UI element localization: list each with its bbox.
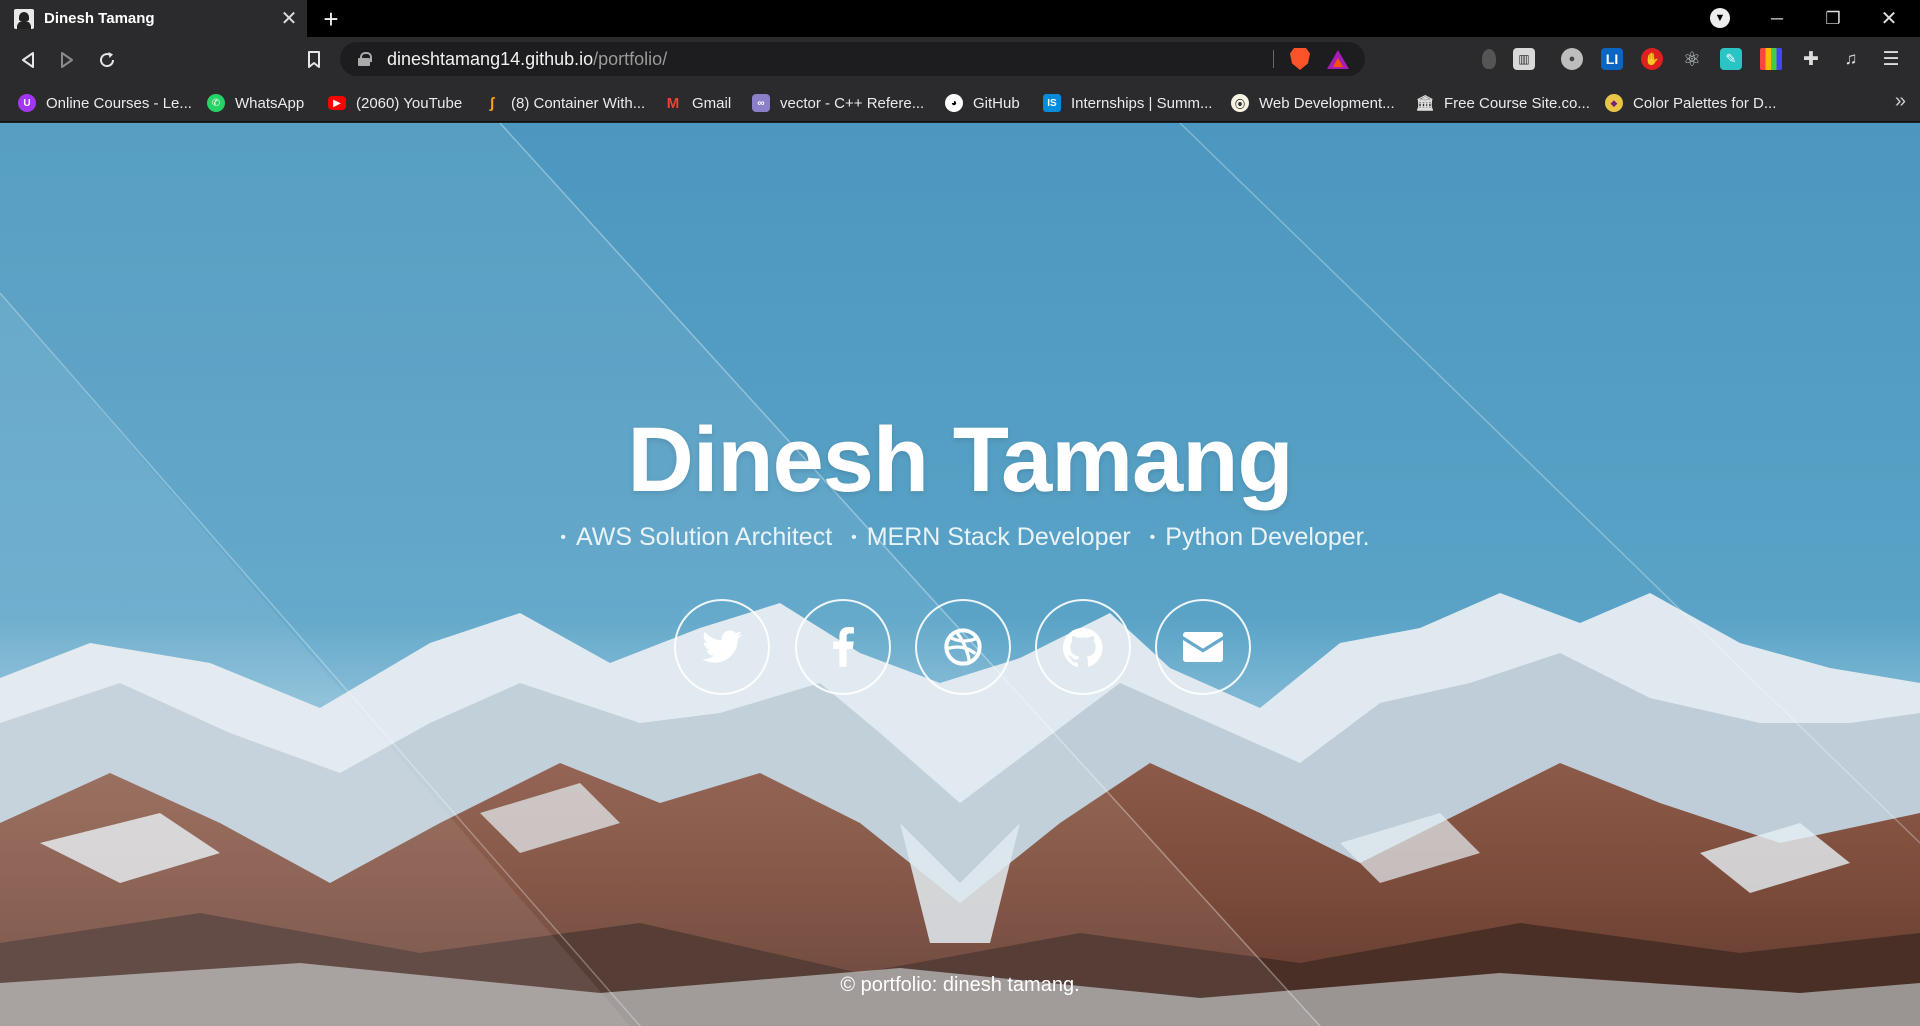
bookmark-item[interactable]: U Online Courses - Le... — [18, 92, 192, 114]
hero-section: Dinesh Tamang • AWS Solution Architect • M… — [0, 123, 1920, 1026]
github-icon — [1063, 627, 1103, 667]
role-item: • MERN Stack Developer — [851, 523, 1131, 551]
react-devtools-icon[interactable]: ⚛ — [1681, 48, 1703, 71]
colorzilla-icon[interactable]: ✎ — [1720, 48, 1742, 70]
reload-button[interactable] — [91, 44, 123, 76]
dribbble-icon — [944, 628, 982, 666]
bookmark-page-button[interactable] — [298, 44, 330, 76]
role-label: Python Developer. — [1165, 523, 1370, 551]
brave-rewards-icon[interactable] — [1327, 50, 1349, 69]
bookmark-label: vector - C++ Refere... — [780, 94, 925, 112]
site-favicon-icon — [14, 8, 34, 29]
bookmark-item[interactable]: ⦿ Web Development... — [1231, 92, 1395, 114]
github-link[interactable] — [1035, 599, 1131, 695]
bookmark-item[interactable]: ▶ (2060) YouTube — [328, 92, 462, 114]
palette-icon: ◆ — [1605, 94, 1623, 112]
youtube-icon: ▶ — [328, 96, 346, 110]
restore-button[interactable]: ❐ — [1810, 0, 1856, 37]
bullet-icon: • — [560, 529, 567, 546]
reader-extension-icon[interactable]: ▥ — [1513, 48, 1535, 70]
address-bar[interactable]: dineshtamang14.github.io/portfolio/ — [340, 42, 1365, 76]
social-links — [674, 599, 1254, 695]
facebook-icon — [833, 627, 854, 667]
tab-strip: Dinesh Tamang ✕ + ▼ ─ ❐ ✕ — [0, 0, 1920, 37]
role-label: MERN Stack Developer — [866, 523, 1131, 551]
brave-shields-icon[interactable] — [1290, 48, 1310, 70]
whatsapp-icon: ✆ — [207, 94, 225, 112]
role-item: • Python Developer. — [1150, 523, 1370, 551]
role-label: AWS Solution Architect — [576, 523, 833, 551]
email-link[interactable] — [1155, 599, 1251, 695]
stop-extension-icon[interactable]: ✋ — [1641, 48, 1663, 70]
bookmarks-bar: U Online Courses - Le... ✆ WhatsApp ▶ (2… — [0, 82, 1920, 122]
more-bookmarks-icon[interactable]: » — [1895, 90, 1906, 113]
linkedin-extension-icon[interactable]: LI — [1601, 48, 1623, 70]
bullet-icon: • — [851, 529, 857, 546]
grammar-extension-icon[interactable]: ● — [1561, 48, 1583, 70]
media-controls-icon[interactable]: ♫ — [1840, 48, 1862, 70]
role-list: • AWS Solution Architect • MERN Stack Deve… — [0, 523, 1920, 552]
bullet-icon: • — [1149, 529, 1156, 546]
back-button[interactable] — [12, 44, 44, 76]
bookmark-item[interactable]: ◆ Color Palettes for D... — [1605, 92, 1776, 114]
close-window-button[interactable]: ✕ — [1866, 0, 1912, 37]
footer-text: © portfolio: dinesh tamang. — [840, 974, 1080, 996]
email-icon — [1183, 632, 1223, 662]
palette-extension-icon[interactable] — [1760, 48, 1782, 70]
internshala-icon: IS — [1043, 94, 1061, 112]
minimize-button[interactable]: ─ — [1754, 0, 1800, 37]
url-path: /portfolio/ — [593, 48, 668, 69]
forward-button[interactable] — [51, 44, 83, 76]
extensions-puzzle-icon[interactable]: ✚ — [1800, 48, 1822, 70]
bookmark-item[interactable]: IS Internships | Summ... — [1043, 92, 1212, 114]
bookmark-label: (2060) YouTube — [356, 94, 463, 112]
tab-search-icon[interactable]: ▼ — [1710, 8, 1730, 28]
portfolio-page: Dinesh Tamang • AWS Solution Architect • M… — [0, 123, 1920, 1026]
close-tab-icon[interactable]: ✕ — [275, 5, 303, 33]
bookmark-label: Online Courses - Le... — [46, 94, 192, 112]
lock-icon[interactable] — [358, 52, 372, 66]
bookmark-label: WhatsApp — [235, 94, 305, 112]
bookmark-label: Color Palettes for D... — [1633, 94, 1777, 112]
twitter-icon — [702, 630, 742, 663]
bookmark-label: GitHub — [973, 94, 1020, 112]
facebook-link[interactable] — [795, 599, 891, 695]
bookmark-item[interactable]: ✆ WhatsApp — [207, 92, 304, 114]
gmail-icon: M — [666, 94, 680, 112]
cpp-reference-icon: ∞ — [752, 94, 770, 112]
web-dev-icon: ⦿ — [1231, 94, 1249, 112]
bookmark-label: Internships | Summ... — [1071, 94, 1213, 112]
role-item: • AWS Solution Architect — [560, 523, 832, 551]
dribbble-link[interactable] — [915, 599, 1011, 695]
bookmark-label: Gmail — [692, 94, 732, 112]
twitter-link[interactable] — [674, 599, 770, 695]
bookmark-item[interactable]: ʃ (8) Container With... — [483, 92, 646, 114]
bookmark-item[interactable]: ∞ vector - C++ Refere... — [752, 92, 924, 114]
active-tab[interactable]: Dinesh Tamang ✕ — [0, 0, 307, 37]
omnibox-divider — [1273, 50, 1274, 68]
bookmark-item[interactable]: M Gmail — [664, 92, 731, 114]
bookmark-label: Web Development... — [1259, 94, 1395, 112]
leetcode-icon: ʃ — [489, 94, 495, 112]
tab-title: Dinesh Tamang — [44, 10, 155, 27]
browser-toolbar: dineshtamang14.github.io/portfolio/ ▥ ● … — [0, 37, 1920, 82]
udemy-icon: U — [18, 94, 36, 112]
course-site-icon: 🏛 — [1415, 95, 1435, 112]
bookmark-label: (8) Container With... — [511, 94, 646, 112]
github-icon: ◕ — [945, 94, 963, 112]
menu-icon[interactable]: ☰ — [1880, 48, 1902, 70]
bookmark-label: Free Course Site.co... — [1444, 94, 1590, 112]
hero-name: Dinesh Tamang — [627, 409, 1293, 511]
new-tab-button[interactable]: + — [316, 4, 346, 34]
url-host: dineshtamang14.github.io — [387, 48, 594, 69]
mouse-extension-icon[interactable] — [1482, 49, 1496, 69]
bookmark-item[interactable]: 🏛 Free Course Site.co... — [1415, 92, 1590, 114]
bookmark-item[interactable]: ◕ GitHub — [945, 92, 1020, 114]
